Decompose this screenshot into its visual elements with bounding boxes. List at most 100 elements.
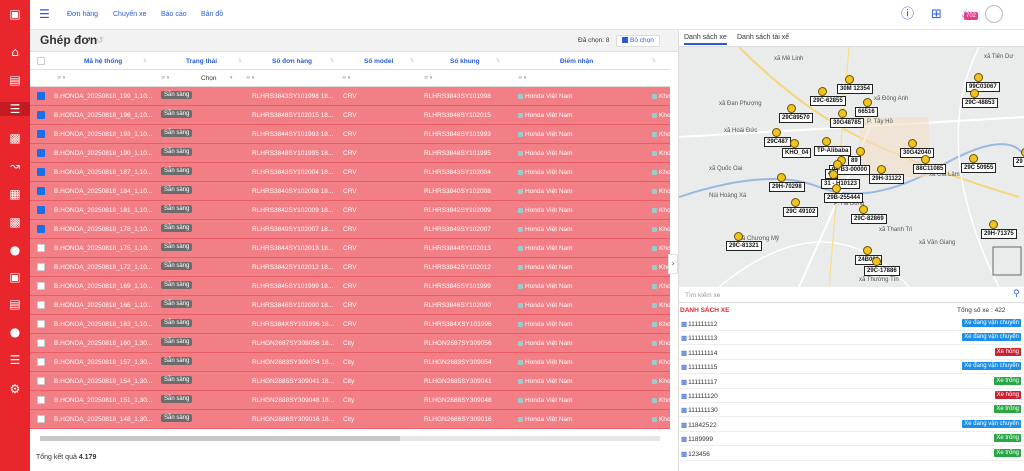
table-row[interactable]: B.HONDA_20250818_187_1,10... Sẵn sàng RLHR… (30, 163, 670, 182)
row-checkbox[interactable] (37, 206, 45, 214)
filter-icon[interactable]: ≡ ▾ (342, 75, 350, 81)
home-icon[interactable]: ⌂ (8, 45, 22, 59)
nav-map[interactable]: Bản đồ (201, 11, 223, 18)
filter-icon[interactable]: ≡ ▾ (161, 75, 169, 81)
table-row[interactable]: B.HONDA_20250818_148_1,30... Sẵn sàng RLHG… (30, 410, 670, 429)
vehicle-marker-icon[interactable] (970, 89, 979, 98)
nav-trips[interactable]: Chuyến xe (113, 11, 146, 18)
vehicle-marker-label[interactable]: 30M 12354 (837, 84, 874, 94)
filter-icon[interactable]: ≡ ▾ (518, 75, 526, 81)
table-row[interactable]: B.HONDA_20250818_175_1,10... Sẵn sàng RLHR… (30, 239, 670, 258)
vehicle-marker-label[interactable]: 29H-70298 (769, 182, 805, 192)
vehicle-marker-icon[interactable] (833, 160, 842, 169)
filter-icon[interactable]: ≡ ▾ (57, 75, 65, 81)
vehicle-marker-icon[interactable] (856, 147, 865, 156)
col-frame-number[interactable]: Số khung (450, 58, 480, 65)
sort-icon[interactable]: ⇅ (143, 58, 147, 64)
table-row[interactable]: B.HONDA_20250818_160_1,30... Sẵn sàng RLHG… (30, 334, 670, 353)
vehicle-marker-label[interactable]: 29 (1013, 157, 1024, 167)
vehicle-marker-label[interactable]: 88C11085 (913, 164, 947, 174)
app-logo-icon[interactable]: ▣ (8, 7, 22, 21)
vehicle-marker-label[interactable]: 29C-48853 (962, 98, 998, 108)
vehicle-item[interactable]: ▩11842522 Xe đang vận chuyển (679, 418, 1024, 432)
table-row[interactable]: B.HONDA_20250818_184_1,10... Sẵn sàng RLHR… (30, 182, 670, 201)
table-row[interactable]: B.HONDA_20250818_169_1,10... Sẵn sàng RLHR… (30, 277, 670, 296)
chevron-down-icon[interactable]: ▾ (230, 75, 233, 81)
vehicle-search[interactable]: Tìm kiếm xe ⚲ (679, 287, 1024, 303)
money-icon[interactable]: ▣ (8, 270, 22, 284)
sort-icon[interactable]: ⇅ (238, 58, 242, 64)
table-row[interactable]: B.HONDA_20250818_154_1,30... Sẵn sàng RLHG… (30, 372, 670, 391)
vehicle-marker-label[interactable]: 29C89570 (779, 113, 813, 123)
vehicle-item[interactable]: ▩111111117 Xe trống (679, 375, 1024, 389)
document-icon[interactable]: ▤ (8, 73, 22, 87)
row-checkbox[interactable] (37, 111, 45, 119)
avatar[interactable] (985, 5, 1003, 23)
vehicle-marker-icon[interactable] (787, 104, 796, 113)
unselect-button[interactable]: Bỏ chọn (616, 35, 660, 47)
vehicle-marker-icon[interactable] (908, 139, 917, 148)
vehicle-marker-icon[interactable] (863, 246, 872, 255)
vehicle-item[interactable]: ▩111111113 Xe đang vận chuyển (679, 331, 1024, 346)
help-icon[interactable]: ⓘ (901, 8, 914, 22)
vehicle-marker-label[interactable]: 29C-62855 (810, 96, 846, 106)
vehicle-marker-icon[interactable] (974, 73, 983, 82)
row-checkbox[interactable] (37, 225, 45, 233)
vehicle-marker-icon[interactable] (845, 75, 854, 84)
filter-icon[interactable]: ≡ ▾ (246, 75, 254, 81)
vehicle-marker-icon[interactable] (829, 170, 838, 179)
tab-vehicle-list[interactable]: Danh sách xe (684, 34, 727, 45)
vehicle-marker-icon[interactable] (734, 232, 743, 241)
sort-icon[interactable]: ⇅ (330, 58, 334, 64)
vehicle-marker-label[interactable]: 66516 (855, 107, 878, 117)
table-row[interactable]: B.HONDA_20250818_199_1,10... Sẵn sàng RLHR… (30, 87, 670, 106)
horizontal-scrollbar[interactable] (40, 436, 660, 441)
table-row[interactable]: B.HONDA_20250818_163_1,10... Sẵn sàng RLHR… (30, 315, 670, 334)
tab-driver-list[interactable]: Danh sách tài xế (737, 34, 789, 41)
vehicle-marker-icon[interactable] (772, 128, 781, 137)
users-icon[interactable]: ● (8, 325, 22, 339)
sort-icon[interactable]: ⇅ (652, 58, 656, 64)
row-checkbox[interactable] (37, 187, 45, 195)
refresh-icon[interactable]: ↺ (96, 36, 104, 46)
vehicle-marker-label[interactable]: 29H-71375 (981, 229, 1017, 239)
row-checkbox[interactable] (37, 168, 45, 176)
vehicle-marker-icon[interactable] (832, 184, 841, 193)
row-checkbox[interactable] (37, 320, 45, 328)
vehicle-marker-icon[interactable] (818, 87, 827, 96)
print-icon[interactable]: ▤ (8, 297, 22, 311)
hamburger-menu-icon[interactable]: ☰ (39, 8, 51, 20)
vehicle-item[interactable]: ▩111111115 Xe đang vận chuyển (679, 360, 1024, 375)
table-row[interactable]: B.HONDA_20250818_193_1,10... Sẵn sàng RLHR… (30, 125, 670, 144)
vehicle-marker-label[interactable]: 29C-82869 (851, 214, 887, 224)
table-row[interactable]: B.HONDA_20250818_178_1,10... Sẵn sàng RLHR… (30, 220, 670, 239)
vehicle-marker-label[interactable]: KHO_04 (782, 148, 812, 158)
vehicle-marker-label[interactable]: 29C-81321 (726, 241, 762, 251)
vehicle-map[interactable]: xã Mê Linh xã Tiến Dư xã Đan Phượng xã Đ… (679, 47, 1024, 287)
row-checkbox[interactable] (37, 415, 45, 423)
nav-orders[interactable]: Đơn hàng (67, 11, 98, 18)
table-row[interactable]: B.HONDA_20250818_157_1,30... Sẵn sàng RLHG… (30, 353, 670, 372)
search-icon[interactable]: ⚲ (1013, 289, 1020, 299)
row-checkbox[interactable] (37, 263, 45, 271)
vehicle-item[interactable]: ▩111111112 Xe đang vận chuyển (679, 317, 1024, 331)
row-checkbox[interactable] (37, 396, 45, 404)
row-checkbox[interactable] (37, 358, 45, 366)
panel-toggle-chevron-icon[interactable]: › (668, 254, 678, 274)
vehicle-item[interactable]: ▩111111114 Xe hỏng (679, 346, 1024, 360)
vehicle-marker-icon[interactable] (877, 165, 886, 174)
vehicle-marker-label[interactable]: 29C 49102 (783, 207, 819, 217)
row-checkbox[interactable] (37, 92, 45, 100)
col-system-code[interactable]: Mã hệ thống (84, 58, 122, 65)
vehicle-marker-icon[interactable] (838, 109, 847, 118)
vehicle-item[interactable]: ▩123456 Xe trống (679, 447, 1024, 461)
invoice-icon[interactable]: ▦ (8, 187, 22, 201)
vehicle-marker-icon[interactable] (863, 98, 872, 107)
settings-icon[interactable]: ⚙ (8, 382, 22, 396)
vehicle-marker-label[interactable]: 29C-17886 (864, 266, 900, 276)
row-checkbox[interactable] (37, 301, 45, 309)
vehicle-marker-icon[interactable] (921, 155, 930, 164)
vehicle-item[interactable]: ▩111111120 Xe hỏng (679, 389, 1024, 403)
car-icon[interactable]: ▩ (8, 131, 22, 145)
col-pickup-point[interactable]: Điểm nhận (560, 58, 593, 65)
